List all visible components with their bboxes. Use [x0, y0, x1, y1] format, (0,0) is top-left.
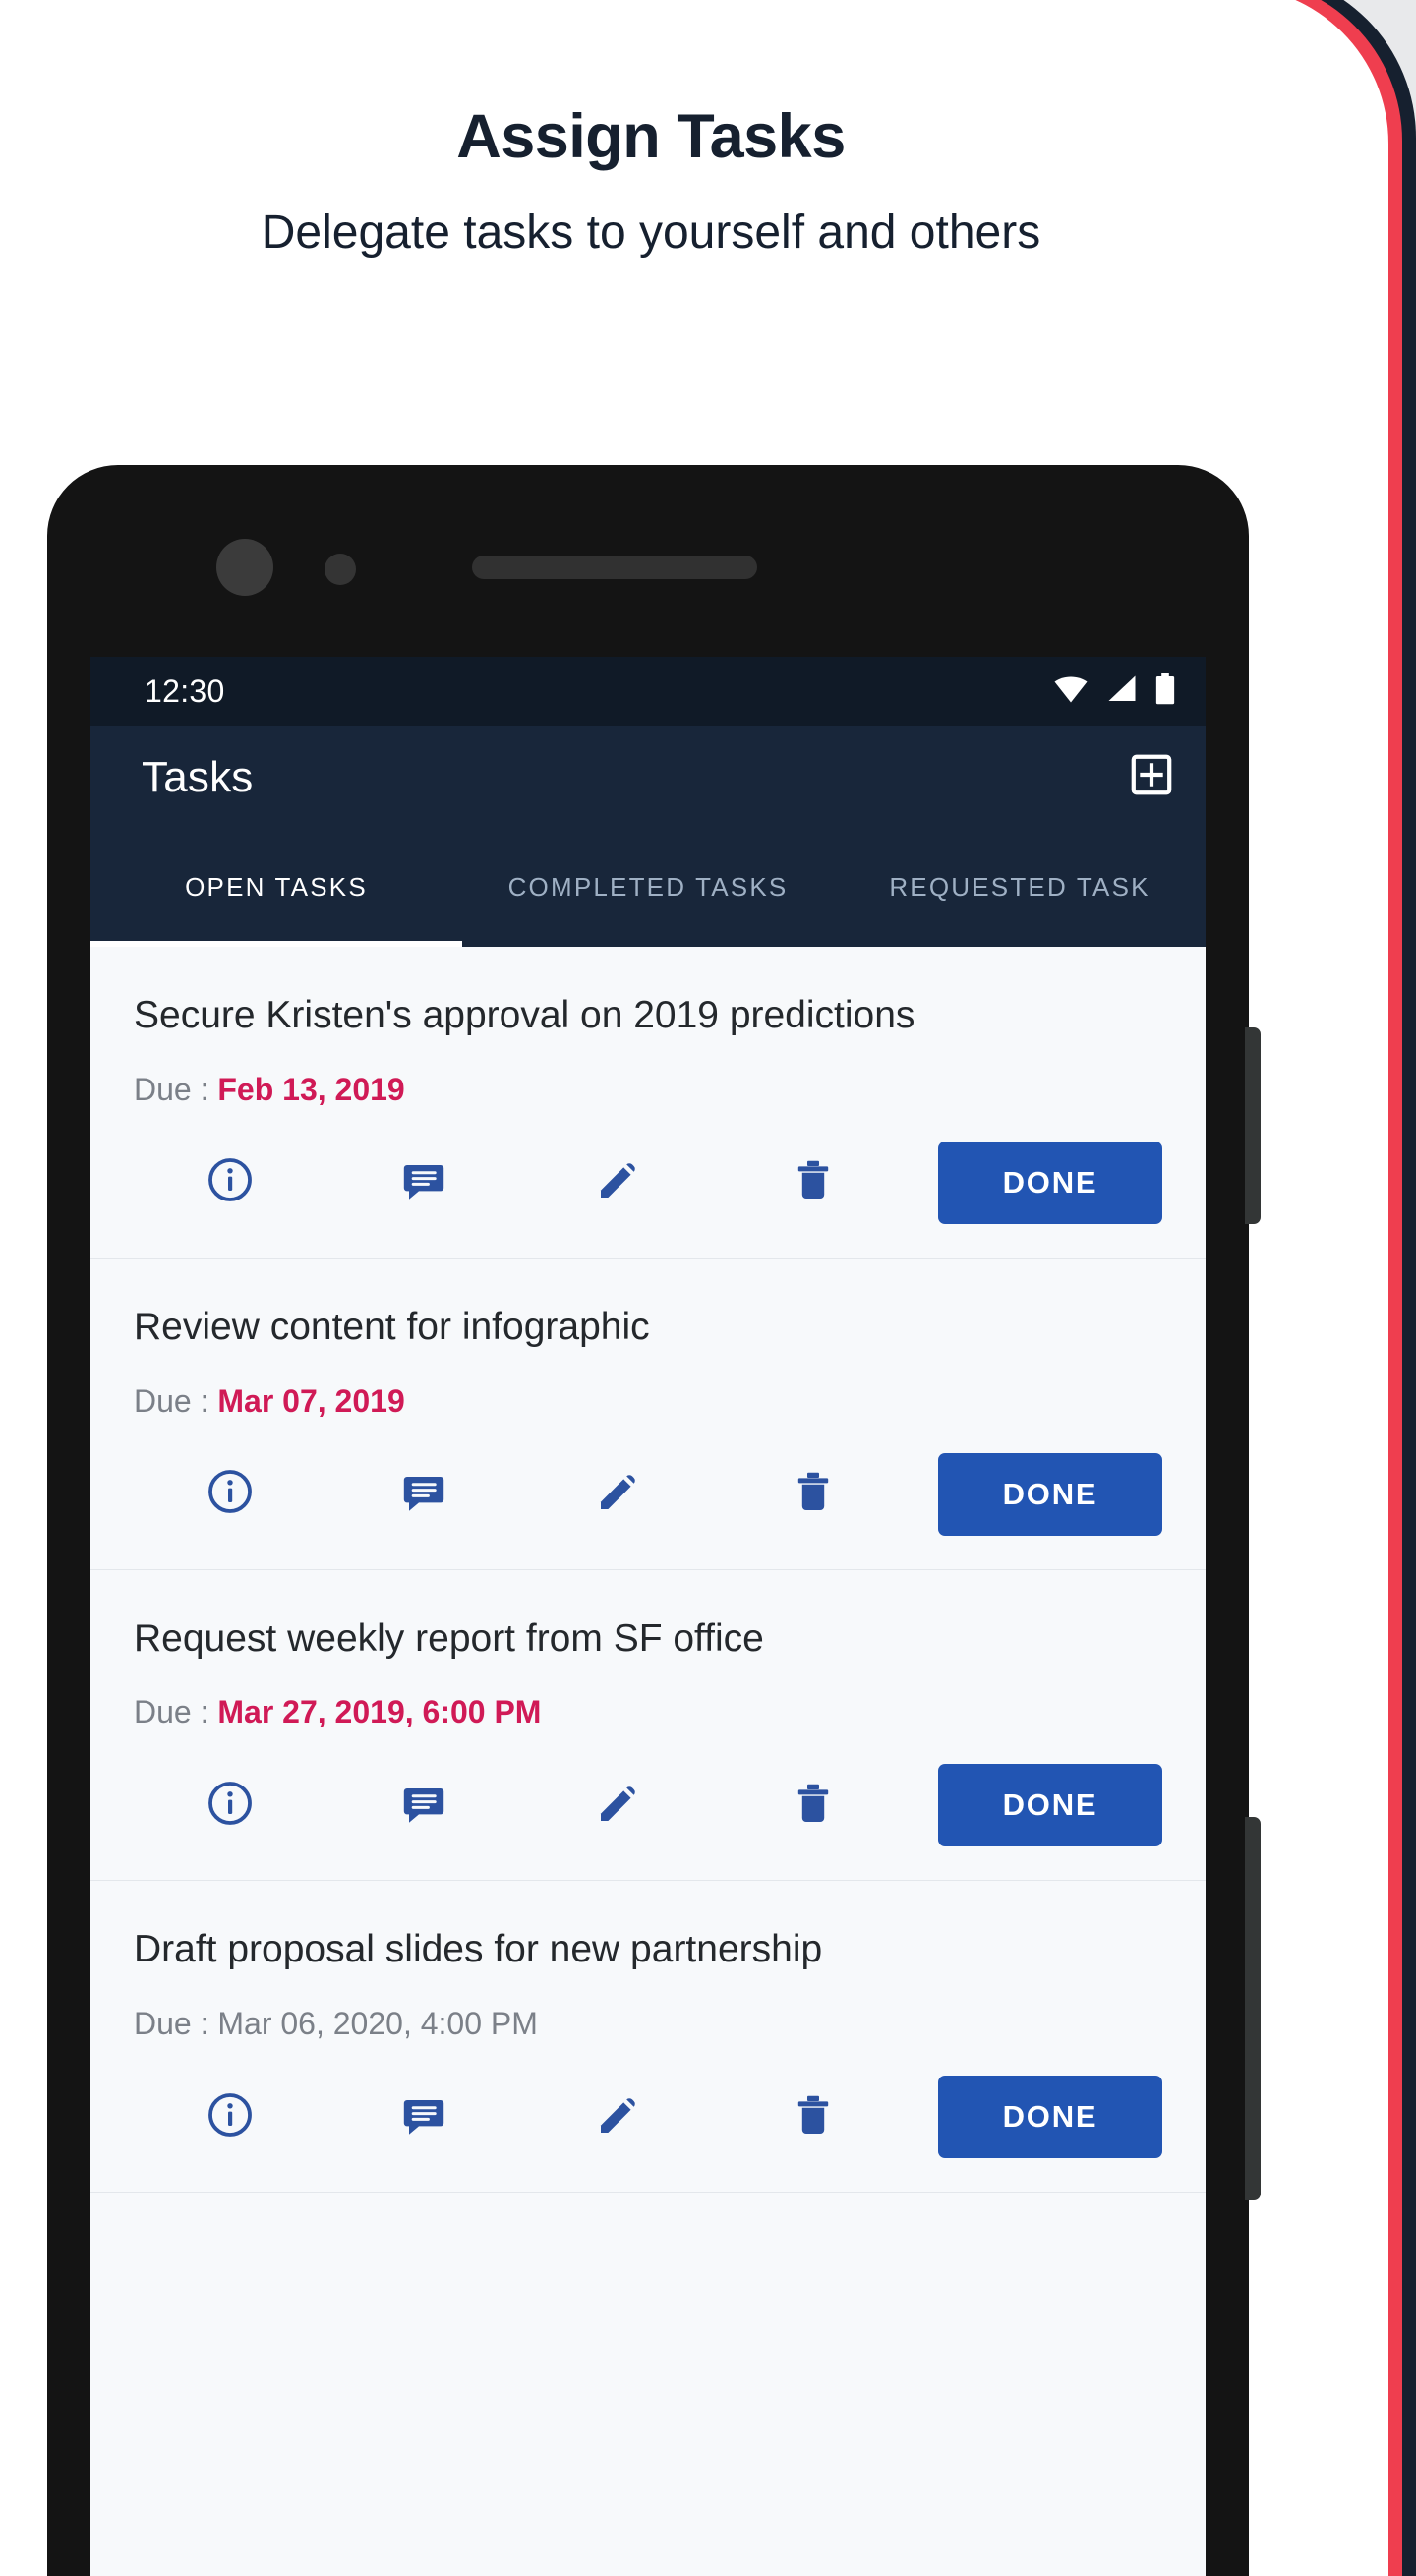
- tab-active-indicator: [90, 941, 462, 947]
- task-title: Review content for infographic: [134, 1305, 650, 1348]
- edit-pencil-icon: [595, 1780, 642, 1832]
- wifi-icon: [1052, 674, 1090, 709]
- edit-pencil-icon: [595, 2091, 642, 2143]
- task-info-button[interactable]: [134, 1156, 326, 1208]
- task-action-row: DONE: [134, 1141, 1162, 1224]
- delete-trash-icon: [790, 1468, 837, 1520]
- app-bar-title: Tasks: [142, 752, 254, 801]
- status-bar-icons: [1052, 673, 1176, 710]
- info-icon: [206, 1468, 254, 1520]
- task-comment-button[interactable]: [326, 1156, 521, 1208]
- comment-icon: [400, 2091, 447, 2143]
- task-done-button[interactable]: DONE: [938, 1764, 1162, 1847]
- app-bar: Tasks: [90, 726, 1206, 829]
- edit-pencil-icon: [595, 1156, 642, 1208]
- task-list-item[interactable]: Review content for infographic Due : Mar…: [90, 1259, 1206, 1570]
- task-due-label: Due :: [134, 1071, 218, 1107]
- task-delete-button[interactable]: [716, 1156, 911, 1208]
- delete-trash-icon: [790, 1156, 837, 1208]
- status-bar: 12:30: [90, 657, 1206, 726]
- task-due-row: Due : Mar 07, 2019: [134, 1383, 1162, 1420]
- task-due-label: Due :: [134, 1382, 218, 1419]
- task-title: Draft proposal slides for new partnershi…: [134, 1928, 823, 1971]
- task-due-label: Due :: [134, 2006, 218, 2041]
- edit-pencil-icon: [595, 1468, 642, 1520]
- phone-volume-button[interactable]: [1245, 1817, 1261, 2200]
- task-comment-button[interactable]: [326, 2091, 521, 2143]
- task-due-row: Due : Mar 06, 2020, 4:00 PM: [134, 2006, 1162, 2042]
- task-delete-button[interactable]: [716, 1780, 911, 1832]
- task-due-date: Mar 06, 2020, 4:00 PM: [217, 2006, 538, 2041]
- task-title: Request weekly report from SF office: [134, 1616, 764, 1660]
- task-due-date: Feb 13, 2019: [217, 1071, 405, 1107]
- delete-trash-icon: [790, 1780, 837, 1832]
- add-task-button[interactable]: [1129, 752, 1174, 802]
- task-edit-button[interactable]: [521, 2091, 716, 2143]
- earpiece-speaker: [472, 556, 757, 579]
- task-due-date: Mar 07, 2019: [217, 1382, 405, 1419]
- page-title: Assign Tasks: [456, 102, 846, 171]
- task-done-button[interactable]: DONE: [938, 2076, 1162, 2158]
- tab-requested-task[interactable]: REQUESTED TASK: [834, 829, 1206, 947]
- task-title: Secure Kristen's approval on 2019 predic…: [134, 994, 915, 1036]
- task-due-label: Due :: [134, 1694, 218, 1730]
- task-list-item[interactable]: Request weekly report from SF office Due…: [90, 1570, 1206, 1882]
- task-action-row: DONE: [134, 1764, 1162, 1847]
- comment-icon: [400, 1156, 447, 1208]
- info-icon: [206, 1156, 254, 1208]
- comment-icon: [400, 1468, 447, 1520]
- info-icon: [206, 2091, 254, 2143]
- status-bar-clock: 12:30: [145, 673, 225, 709]
- task-action-row: DONE: [134, 2076, 1162, 2158]
- task-list-item[interactable]: Draft proposal slides for new partnershi…: [90, 1881, 1206, 2193]
- task-list: Secure Kristen's approval on 2019 predic…: [90, 947, 1206, 2193]
- task-comment-button[interactable]: [326, 1468, 521, 1520]
- tab-bar: OPEN TASKS COMPLETED TASKS REQUESTED TAS…: [90, 829, 1206, 947]
- task-edit-button[interactable]: [521, 1156, 716, 1208]
- promo-text-block: Assign Tasks Delegate tasks to yourself …: [0, 102, 1361, 260]
- task-delete-button[interactable]: [716, 2091, 911, 2143]
- task-delete-button[interactable]: [716, 1468, 911, 1520]
- battery-icon: [1154, 673, 1176, 710]
- task-done-button[interactable]: DONE: [938, 1141, 1162, 1224]
- task-comment-button[interactable]: [326, 1780, 521, 1832]
- phone-power-button[interactable]: [1245, 1027, 1261, 1224]
- task-list-item[interactable]: Secure Kristen's approval on 2019 predic…: [90, 947, 1206, 1259]
- page-subtitle: Delegate tasks to yourself and others: [261, 205, 1041, 259]
- phone-screen: 12:30 Tasks OPEN TASKS COMPLETED TASKS R…: [90, 657, 1206, 2576]
- task-info-button[interactable]: [134, 1468, 326, 1520]
- cellular-signal-icon: [1105, 674, 1139, 709]
- task-due-row: Due : Feb 13, 2019: [134, 1072, 1162, 1108]
- task-info-button[interactable]: [134, 1780, 326, 1832]
- task-done-button[interactable]: DONE: [938, 1452, 1162, 1536]
- tab-open-tasks-label: OPEN TASKS: [185, 872, 368, 903]
- task-edit-button[interactable]: [521, 1468, 716, 1520]
- task-action-row: DONE: [134, 1452, 1162, 1536]
- task-due-row: Due : Mar 27, 2019, 6:00 PM: [134, 1694, 1162, 1730]
- front-camera-icon: [216, 539, 273, 596]
- tab-completed-tasks[interactable]: COMPLETED TASKS: [462, 829, 834, 947]
- tab-requested-task-label: REQUESTED TASK: [889, 872, 1150, 903]
- proximity-sensor-icon: [324, 554, 356, 585]
- comment-icon: [400, 1780, 447, 1832]
- info-icon: [206, 1780, 254, 1832]
- task-edit-button[interactable]: [521, 1780, 716, 1832]
- phone-top-sensors: [47, 534, 1249, 603]
- tab-completed-tasks-label: COMPLETED TASKS: [507, 872, 789, 903]
- tab-open-tasks[interactable]: OPEN TASKS: [90, 829, 462, 947]
- task-due-date: Mar 27, 2019, 6:00 PM: [217, 1694, 542, 1730]
- task-info-button[interactable]: [134, 2091, 326, 2143]
- add-box-icon: [1129, 752, 1174, 802]
- promo-card: Assign Tasks Delegate tasks to yourself …: [0, 0, 1388, 2576]
- delete-trash-icon: [790, 2091, 837, 2143]
- phone-mockup: 12:30 Tasks OPEN TASKS COMPLETED TASKS R…: [47, 465, 1261, 2576]
